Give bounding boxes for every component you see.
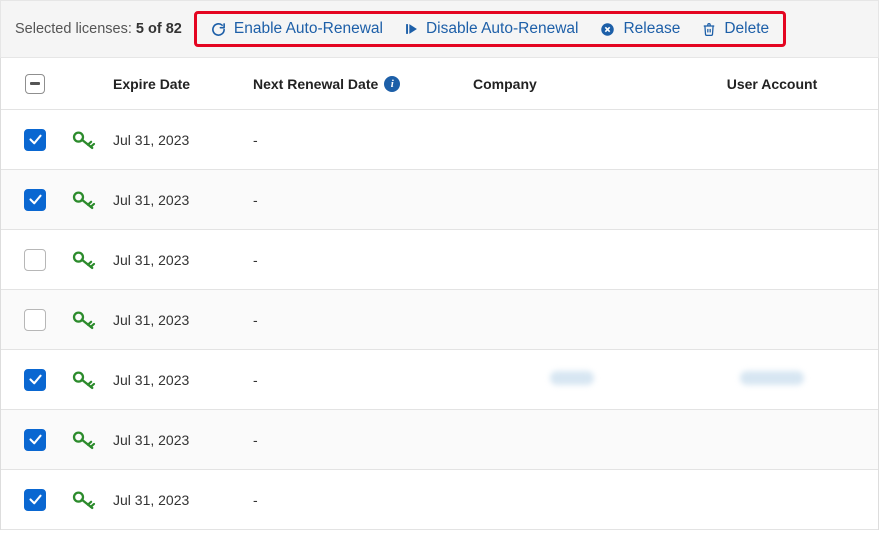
row-checkbox[interactable]	[24, 309, 46, 331]
cell-expire-date: Jul 31, 2023	[109, 132, 249, 148]
cell-expire-date: Jul 31, 2023	[109, 432, 249, 448]
selected-prefix: Selected licenses:	[15, 21, 136, 37]
key-icon	[61, 369, 109, 391]
disable-label: Disable Auto-Renewal	[426, 20, 579, 38]
licenses-table: Expire Date Next Renewal Date i Company …	[0, 58, 879, 530]
table-row: Jul 31, 2023 -	[1, 410, 878, 470]
cell-next-renewal-date: -	[249, 492, 469, 508]
selected-licenses-label: Selected licenses: 5 of 82	[15, 21, 182, 37]
disable-auto-renewal-button[interactable]: Disable Auto-Renewal	[405, 20, 579, 38]
select-all-checkbox[interactable]	[25, 74, 45, 94]
key-icon	[61, 489, 109, 511]
table-row: Jul 31, 2023 -	[1, 470, 878, 530]
table-row: Jul 31, 2023 -	[1, 230, 878, 290]
cell-next-renewal-date: -	[249, 132, 469, 148]
key-icon	[61, 189, 109, 211]
cell-expire-date: Jul 31, 2023	[109, 492, 249, 508]
key-icon	[61, 129, 109, 151]
selected-sep: of	[144, 21, 166, 37]
col-expire-date[interactable]: Expire Date	[109, 76, 249, 92]
cell-user-account	[670, 371, 870, 388]
key-icon	[61, 429, 109, 451]
key-icon	[61, 309, 109, 331]
row-checkbox[interactable]	[24, 429, 46, 451]
col-user-account[interactable]: User Account	[670, 76, 870, 92]
delete-label: Delete	[724, 20, 769, 38]
selected-count: 5	[136, 21, 144, 37]
delete-button[interactable]: Delete	[702, 20, 769, 38]
cell-expire-date: Jul 31, 2023	[109, 312, 249, 328]
table-row: Jul 31, 2023 -	[1, 110, 878, 170]
skip-forward-icon	[405, 22, 418, 36]
cell-expire-date: Jul 31, 2023	[109, 252, 249, 268]
table-header-row: Expire Date Next Renewal Date i Company …	[1, 58, 878, 110]
info-icon[interactable]: i	[384, 76, 400, 92]
selected-total: 82	[166, 21, 182, 37]
row-checkbox[interactable]	[24, 369, 46, 391]
release-label: Release	[623, 20, 680, 38]
col-next-renewal-date[interactable]: Next Renewal Date	[253, 76, 378, 92]
row-checkbox[interactable]	[24, 129, 46, 151]
release-button[interactable]: Release	[600, 20, 680, 38]
indeterminate-mark-icon	[30, 82, 40, 84]
enable-auto-renewal-button[interactable]: Enable Auto-Renewal	[211, 20, 383, 38]
trash-icon	[702, 22, 716, 37]
table-row: Jul 31, 2023 -	[1, 350, 878, 410]
enable-label: Enable Auto-Renewal	[234, 20, 383, 38]
col-company[interactable]: Company	[469, 76, 670, 92]
cell-expire-date: Jul 31, 2023	[109, 192, 249, 208]
refresh-icon	[211, 22, 226, 37]
row-checkbox[interactable]	[24, 489, 46, 511]
row-checkbox[interactable]	[24, 249, 46, 271]
cell-next-renewal-date: -	[249, 192, 469, 208]
table-row: Jul 31, 2023 -	[1, 290, 878, 350]
blurred-text	[740, 371, 804, 385]
cell-next-renewal-date: -	[249, 372, 469, 388]
cell-next-renewal-date: -	[249, 432, 469, 448]
table-row: Jul 31, 2023 -	[1, 170, 878, 230]
cell-next-renewal-date: -	[249, 252, 469, 268]
cell-company	[469, 371, 670, 388]
bulk-actions-highlight: Enable Auto-Renewal Disable Auto-Renewal…	[194, 11, 786, 47]
blurred-text	[550, 371, 594, 385]
cell-expire-date: Jul 31, 2023	[109, 372, 249, 388]
row-checkbox[interactable]	[24, 189, 46, 211]
key-icon	[61, 249, 109, 271]
cell-next-renewal-date: -	[249, 312, 469, 328]
toolbar: Selected licenses: 5 of 82 Enable Auto-R…	[0, 0, 879, 58]
circle-x-icon	[600, 22, 615, 37]
